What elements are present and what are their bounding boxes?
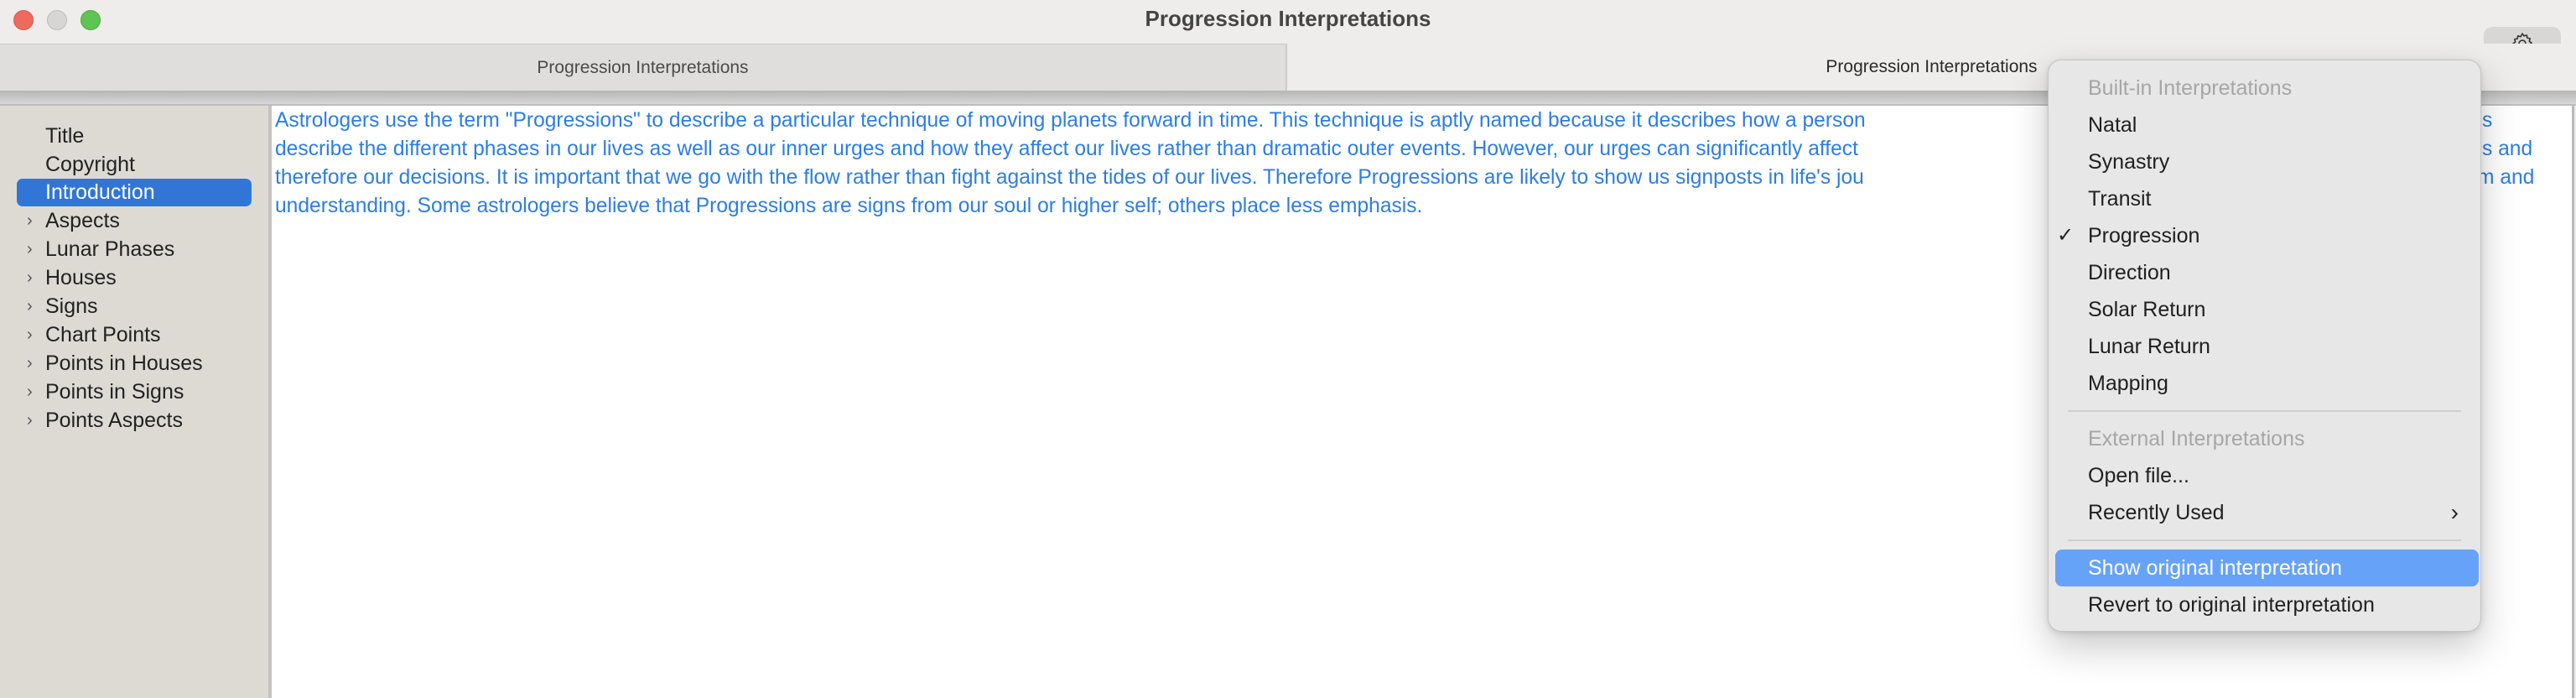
- menu-item-label: Progression: [2088, 224, 2200, 247]
- outline-item-title[interactable]: Title: [17, 122, 252, 150]
- menu-item-label: Synastry: [2088, 150, 2170, 174]
- outline-item-label: Title: [45, 124, 85, 148]
- outline-item-copyright[interactable]: Copyright: [17, 151, 252, 179]
- outline-item-signs[interactable]: › Signs: [17, 293, 252, 320]
- menu-item-label: Recently Used: [2088, 501, 2225, 524]
- menu-item-transit[interactable]: Transit: [2049, 180, 2480, 217]
- menu-header-external: External Interpretations: [2049, 420, 2480, 457]
- tab-label: Progression Interpretations: [537, 57, 749, 77]
- text-line-tail: s: [2482, 109, 2493, 132]
- menu-item-show-original-interpretation[interactable]: Show original interpretation: [2055, 550, 2479, 586]
- text-line: therefore our decisions. It is important…: [275, 166, 1864, 189]
- outline-item-label: Points in Signs: [45, 380, 184, 404]
- menu-item-progression[interactable]: ✓ Progression: [2049, 217, 2480, 254]
- disclosure-chevron-icon[interactable]: ›: [27, 378, 33, 406]
- menu-item-label: Transit: [2088, 187, 2152, 211]
- menu-header-label: Built-in Interpretations: [2088, 76, 2293, 100]
- menu-item-solar-return[interactable]: Solar Return: [2049, 291, 2480, 328]
- menu-header-built-in: Built-in Interpretations: [2049, 70, 2480, 107]
- outline-item-chart-points[interactable]: › Chart Points: [17, 321, 252, 349]
- outline-item-points-in-houses[interactable]: › Points in Houses: [17, 350, 252, 378]
- disclosure-chevron-icon[interactable]: ›: [27, 207, 33, 235]
- tab-label: Progression Interpretations: [1826, 57, 2038, 76]
- outline-item-label: Houses: [45, 266, 117, 289]
- text-line-tail: s and: [2482, 138, 2533, 160]
- outline-item-aspects[interactable]: › Aspects: [17, 207, 252, 235]
- disclosure-chevron-icon[interactable]: ›: [27, 321, 33, 349]
- text-line: understanding. Some astrologers believe …: [275, 195, 1423, 217]
- disclosure-chevron-icon[interactable]: ›: [27, 264, 33, 292]
- outline-item-points-aspects[interactable]: › Points Aspects: [17, 407, 252, 435]
- outline-item-label: Points in Houses: [45, 352, 203, 375]
- outline-item-houses[interactable]: › Houses: [17, 264, 252, 292]
- outline-item-label: Aspects: [45, 209, 120, 232]
- text-line-tail: m and: [2477, 166, 2535, 189]
- outline-item-label: Signs: [45, 294, 98, 318]
- outline-sidebar: Title Copyright Introduction › Aspects ›…: [0, 106, 268, 698]
- title-bar: Progression Interpretations: [0, 0, 2576, 60]
- disclosure-chevron-icon[interactable]: ›: [27, 350, 33, 378]
- text-line: Astrologers use the term "Progressions" …: [275, 109, 1866, 132]
- menu-item-synastry[interactable]: Synastry: [2049, 143, 2480, 180]
- outline-item-label: Lunar Phases: [45, 237, 175, 261]
- menu-item-label: Solar Return: [2088, 298, 2206, 321]
- disclosure-chevron-icon[interactable]: ›: [27, 293, 33, 320]
- menu-item-revert-to-original-interpretation[interactable]: Revert to original interpretation: [2049, 586, 2480, 623]
- checkmark-icon: ✓: [2057, 224, 2075, 247]
- outline-item-label: Copyright: [45, 153, 135, 176]
- disclosure-chevron-icon[interactable]: ›: [27, 236, 33, 263]
- menu-header-label: External Interpretations: [2088, 427, 2305, 451]
- menu-item-label: Natal: [2088, 113, 2137, 137]
- window-title: Progression Interpretations: [1145, 6, 1431, 31]
- outline-item-label: Chart Points: [45, 323, 161, 346]
- menu-separator: [2068, 539, 2461, 541]
- text-line: describe the different phases in our liv…: [275, 138, 1858, 160]
- menu-item-natal[interactable]: Natal: [2049, 107, 2480, 143]
- menu-item-mapping[interactable]: Mapping: [2049, 365, 2480, 402]
- menu-item-label: Lunar Return: [2088, 335, 2210, 358]
- disclosure-chevron-icon[interactable]: ›: [27, 407, 33, 435]
- menu-item-label: Show original interpretation: [2088, 556, 2342, 580]
- outline-item-label: Points Aspects: [45, 409, 183, 432]
- menu-item-label: Direction: [2088, 261, 2171, 284]
- tab-progression-interpretations-1[interactable]: Progression Interpretations: [0, 44, 1287, 91]
- menu-item-label: Mapping: [2088, 372, 2168, 395]
- menu-item-open-file[interactable]: Open file...: [2049, 457, 2480, 494]
- menu-item-label: Revert to original interpretation: [2088, 593, 2375, 617]
- menu-item-recently-used[interactable]: Recently Used ›: [2049, 494, 2480, 531]
- menu-separator: [2068, 410, 2461, 412]
- outline-item-lunar-phases[interactable]: › Lunar Phases: [17, 236, 252, 263]
- outline-item-points-in-signs[interactable]: › Points in Signs: [17, 378, 252, 406]
- submenu-chevron-icon: ›: [2450, 499, 2459, 525]
- outline-item-label: Introduction: [45, 180, 155, 204]
- interpretations-menu: Built-in Interpretations Natal Synastry …: [2048, 60, 2481, 632]
- menu-item-direction[interactable]: Direction: [2049, 254, 2480, 291]
- outline-item-introduction[interactable]: Introduction: [17, 179, 252, 206]
- menu-item-lunar-return[interactable]: Lunar Return: [2049, 328, 2480, 365]
- menu-item-label: Open file...: [2088, 464, 2189, 487]
